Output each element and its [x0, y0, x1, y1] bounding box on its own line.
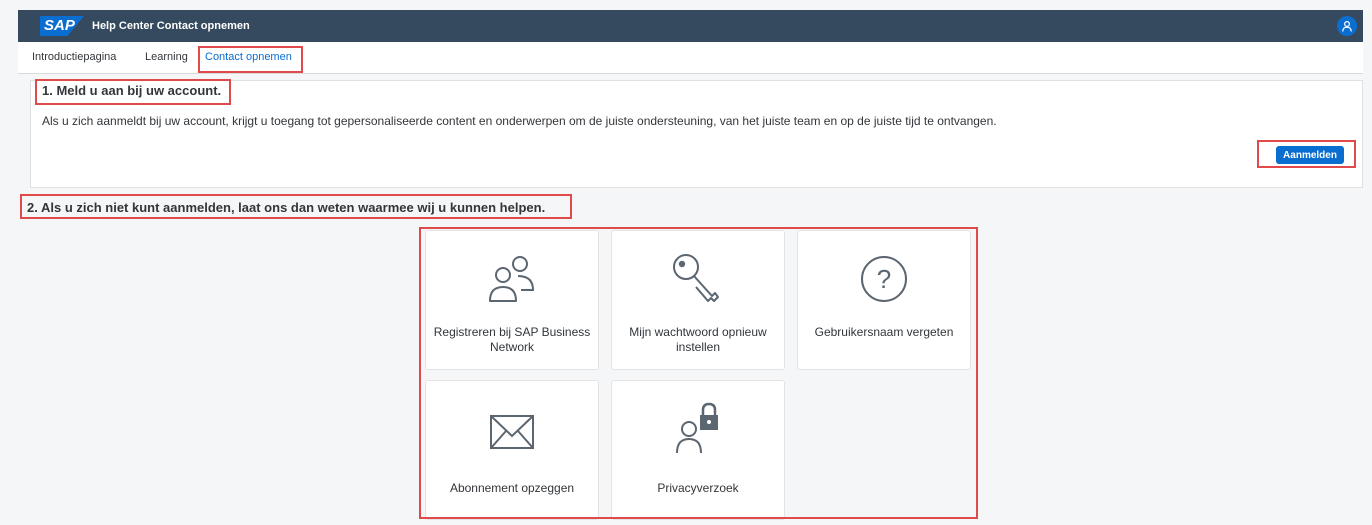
user-icon: [1342, 20, 1352, 32]
user-avatar[interactable]: [1337, 16, 1357, 36]
tab-label: Learning: [145, 51, 188, 63]
section1-description: Als u zich aanmeldt bij uw account, krij…: [42, 114, 997, 128]
highlight-box-tiles: [419, 227, 978, 519]
tab-introductiepagina[interactable]: Introductiepagina: [32, 42, 116, 73]
tab-label: Introductiepagina: [32, 51, 117, 63]
highlight-box-heading1: [35, 79, 231, 105]
app-title: Help Center Contact opnemen: [92, 20, 250, 32]
highlight-box-tab: [198, 46, 303, 73]
tab-learning[interactable]: Learning: [145, 42, 188, 73]
highlight-box-signin: [1257, 140, 1356, 168]
highlight-box-heading2: [20, 194, 572, 219]
sap-logo[interactable]: SAP: [40, 16, 84, 36]
shell-bar: SAP Help Center Contact opnemen: [18, 10, 1363, 42]
